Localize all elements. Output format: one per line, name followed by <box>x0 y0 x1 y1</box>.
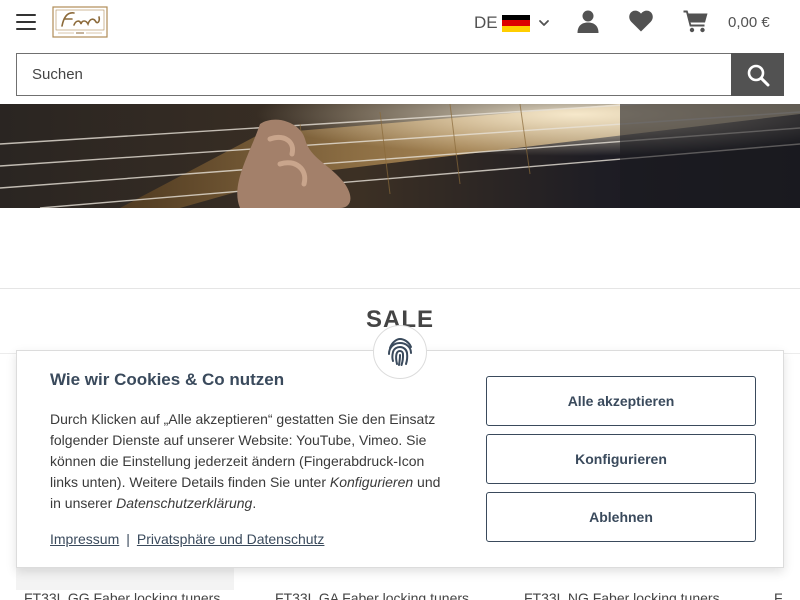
menu-icon[interactable] <box>16 14 36 30</box>
heart-icon[interactable] <box>628 9 654 33</box>
header: DE 0,00 € <box>0 0 800 48</box>
logo[interactable] <box>52 6 108 38</box>
product-title[interactable]: FT33L GA Faber locking tuners <box>275 590 469 600</box>
language-code: DE <box>474 13 498 32</box>
search-button[interactable] <box>731 53 784 96</box>
user-icon[interactable] <box>576 9 600 33</box>
reject-button[interactable]: Ablehnen <box>486 492 756 542</box>
imprint-link[interactable]: Impressum <box>50 531 119 547</box>
product-title[interactable]: FT33L NG Faber locking tuners <box>524 590 720 600</box>
privacy-link[interactable]: Privatsphäre und Datenschutz <box>137 531 325 547</box>
search-icon <box>747 64 769 86</box>
language-selector[interactable]: DE <box>474 12 550 34</box>
chevron-down-icon <box>538 20 549 26</box>
search-bar <box>16 53 784 96</box>
german-flag-icon <box>501 14 530 32</box>
page: DE 0,00 € Suchen SALE FT33L GG Faber loc… <box>0 0 800 600</box>
search-input[interactable] <box>16 53 732 96</box>
cart-icon[interactable] <box>683 9 709 33</box>
cart-total[interactable]: 0,00 € <box>728 14 770 31</box>
hero-banner-image <box>0 104 800 208</box>
configure-button[interactable]: Konfigurieren <box>486 434 756 484</box>
product-title[interactable]: FT33L GG Faber locking tuners <box>24 590 220 600</box>
link-separator: | <box>126 531 130 547</box>
consent-title: Wie wir Cookies & Co nutzen <box>50 370 285 389</box>
accept-all-button[interactable]: Alle akzeptieren <box>486 376 756 426</box>
fingerprint-badge[interactable] <box>373 325 427 379</box>
consent-text: Durch Klicken auf „Alle akzeptieren“ ges… <box>50 411 441 511</box>
section-divider <box>0 288 800 289</box>
product-title[interactable]: F <box>774 590 783 600</box>
cookie-consent-dialog: Wie wir Cookies & Co nutzen Durch Klicke… <box>16 350 784 568</box>
consent-links: Impressum | Privatsphäre und Datenschutz <box>50 531 324 547</box>
fingerprint-icon <box>388 337 412 366</box>
